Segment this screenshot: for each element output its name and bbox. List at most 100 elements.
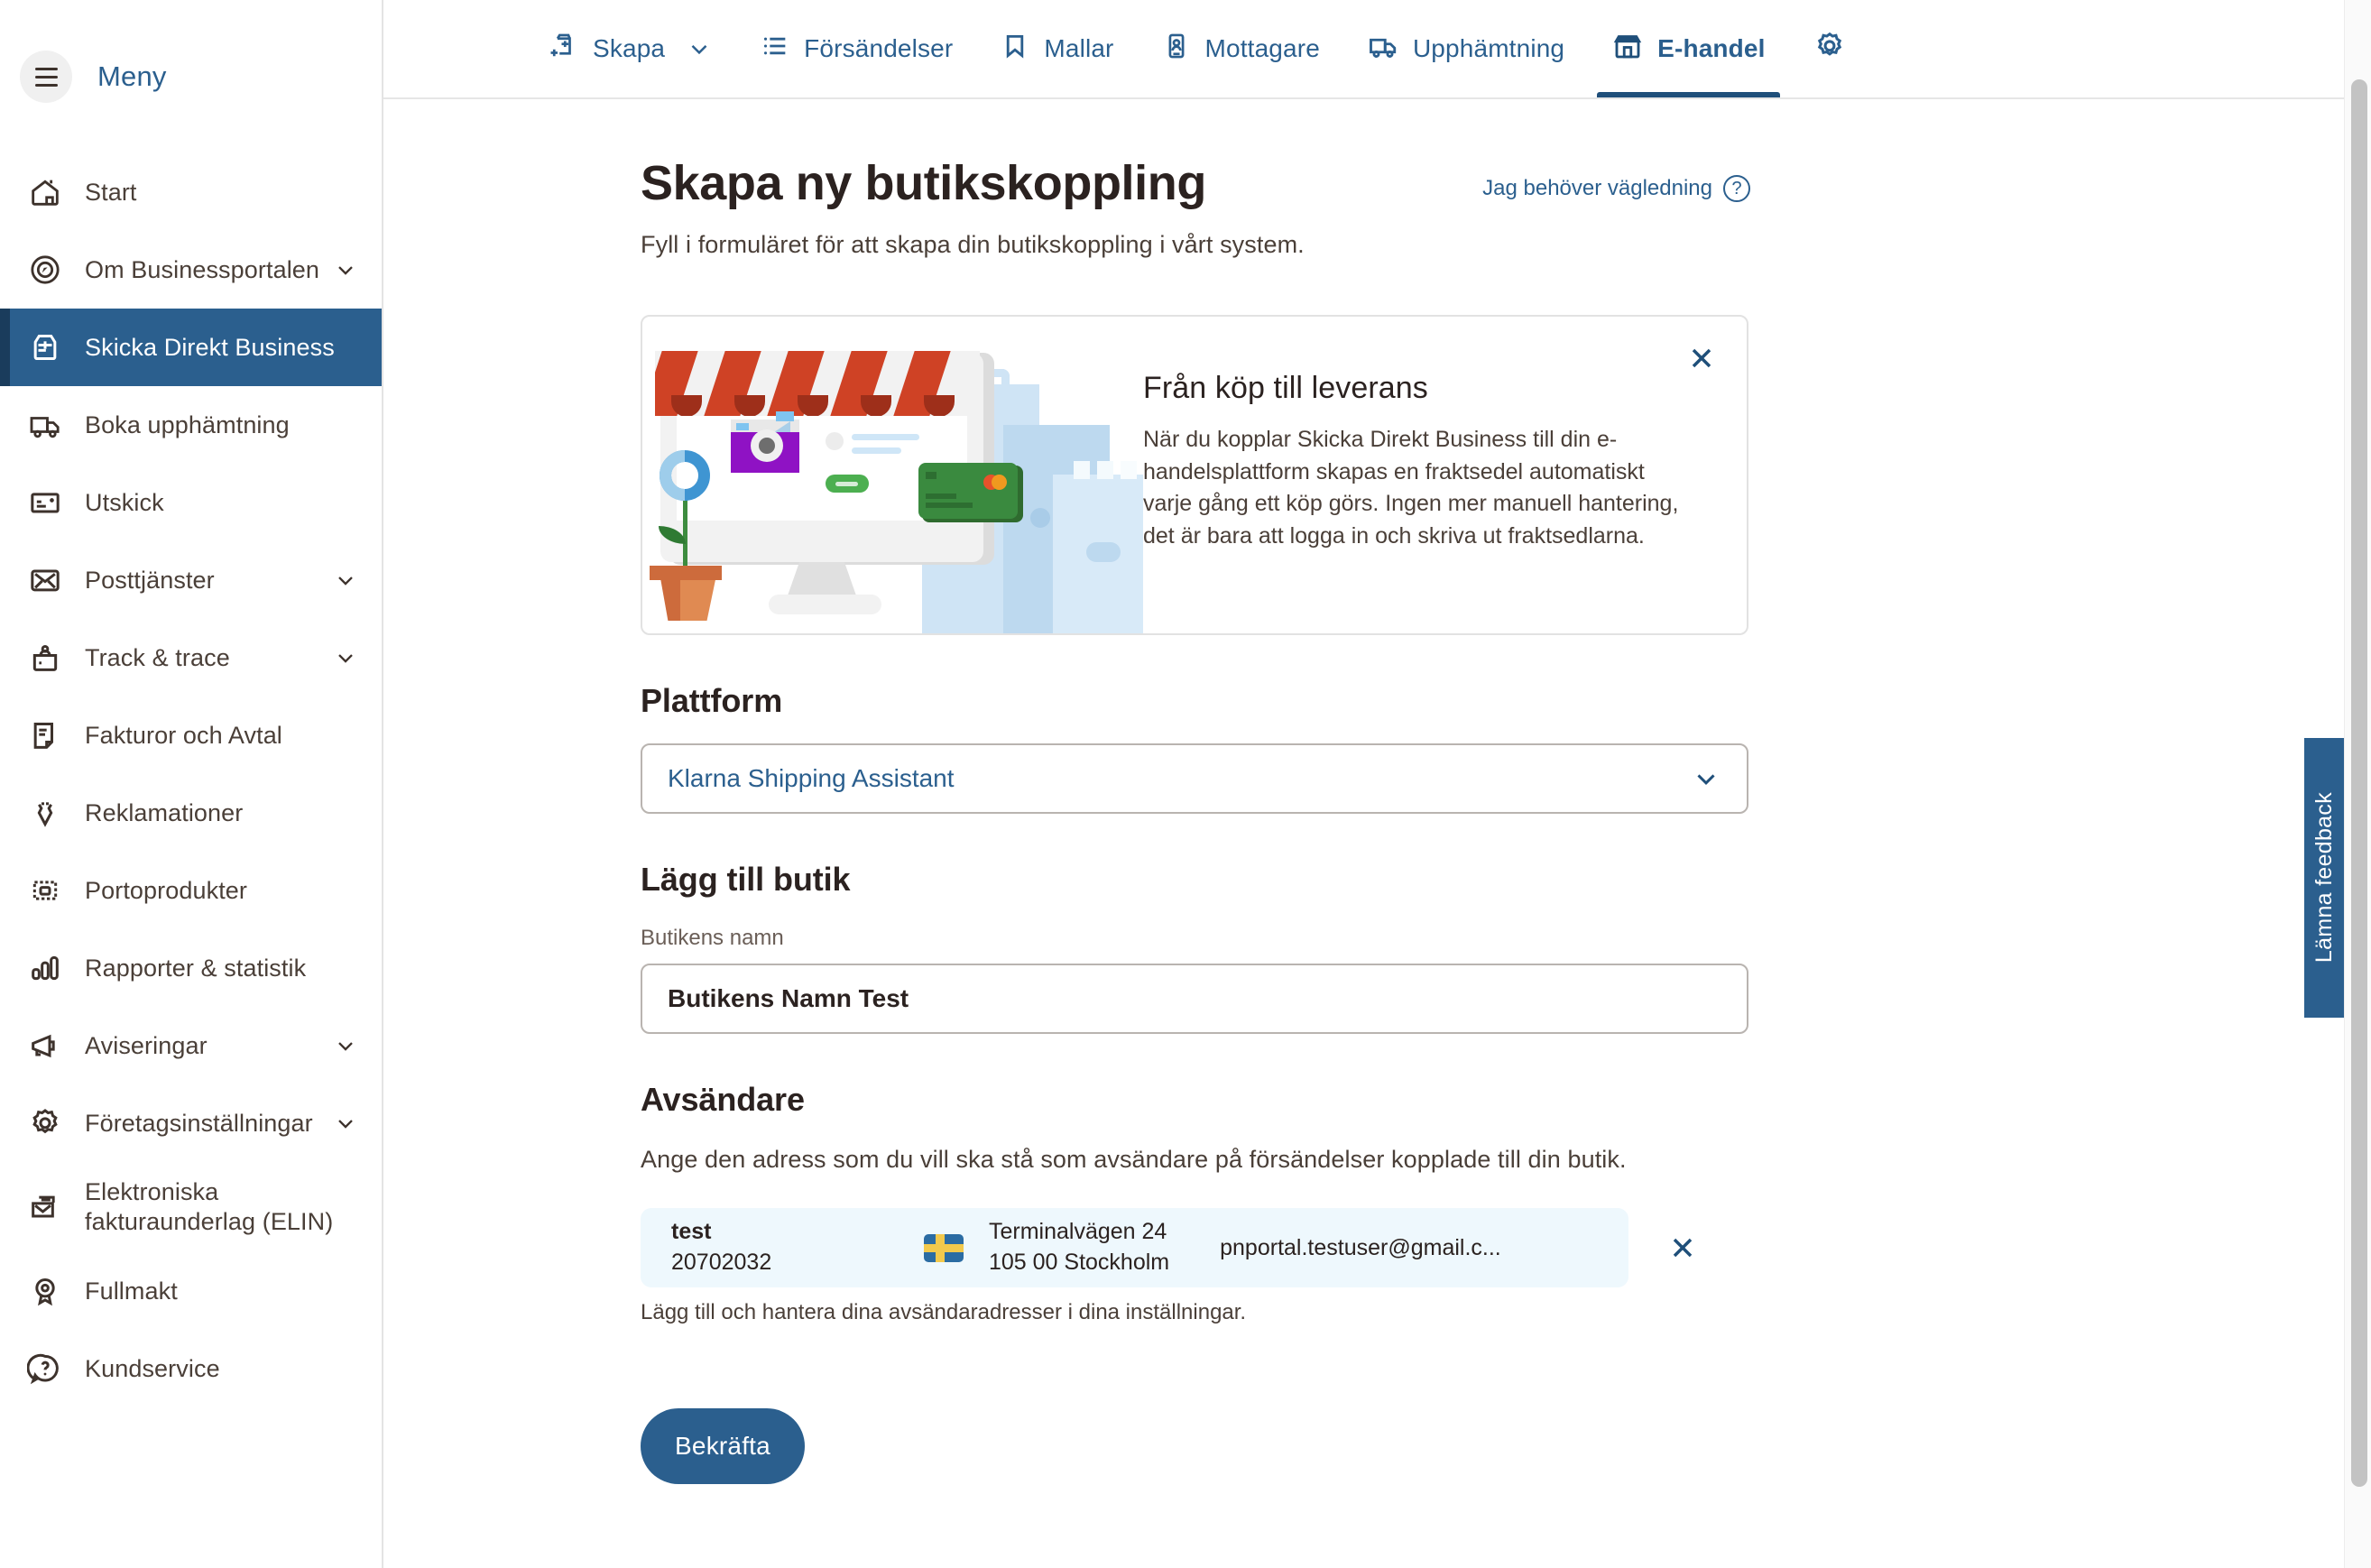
store-name-field[interactable] [641, 964, 1748, 1034]
tab-label: Upphämtning [1412, 34, 1565, 62]
sender-name: test [671, 1219, 712, 1245]
megaphone-icon [27, 1028, 72, 1064]
gear-icon [1813, 29, 1847, 69]
hamburger-icon[interactable] [20, 51, 72, 103]
chevron-down-icon[interactable] [333, 1033, 358, 1058]
remove-sender-icon[interactable] [1663, 1228, 1702, 1268]
sidebar-item-label: Om Businessportalen [85, 255, 320, 283]
chevron-down-icon[interactable] [1691, 763, 1721, 794]
bar-chart-icon [27, 950, 72, 986]
vertical-scrollbar[interactable] [2344, 0, 2371, 1568]
list-icon [760, 31, 790, 68]
tab-forsandelser[interactable]: Försändelser [736, 0, 976, 97]
store-name-input[interactable] [668, 984, 1721, 1013]
sidebar-item-boka-upphamtning[interactable]: Boka upphämtning [0, 386, 382, 464]
tab-mottagare[interactable]: Mottagare [1138, 0, 1343, 97]
compass-icon [27, 252, 72, 288]
confirm-button[interactable]: Bekräfta [641, 1408, 805, 1484]
scrollbar-thumb[interactable] [2351, 79, 2367, 1487]
content-area: Skapa ny butikskoppling Jag behöver vägl… [383, 99, 2371, 1568]
guidance-link[interactable]: Jag behöver vägledning ? [1482, 175, 1750, 202]
feedback-label: Lämna feedback [2311, 792, 2337, 964]
sidebar-item-fullmakt[interactable]: Fullmakt [0, 1252, 382, 1330]
chevron-down-icon[interactable] [686, 35, 713, 62]
sidebar-item-elin[interactable]: Elektroniska fakturaunderlag (ELIN) [0, 1162, 382, 1252]
sweden-flag-icon [924, 1233, 964, 1262]
info-card-heading: Från köp till leverans [1143, 371, 1428, 405]
menu-label: Meny [97, 60, 167, 92]
store-heading: Lägg till butik [641, 861, 851, 898]
sidebar-item-portoprodukter[interactable]: Portoprodukter [0, 852, 382, 929]
home-icon [27, 174, 72, 210]
top-navigation: Skapa Försändelser Mallar Mottagare Upph… [383, 0, 2371, 99]
menu-toggle-row[interactable]: Meny [0, 0, 382, 153]
sender-email: pnportal.testuser@gmail.c... [1220, 1234, 1501, 1260]
sidebar-item-track-and-trace[interactable]: Track & trace [0, 619, 382, 696]
tab-e-handel[interactable]: E-handel [1588, 0, 1788, 97]
sidebar: Meny Start Om Businessportalen Skicka Di… [0, 0, 383, 1568]
sidebar-item-aviseringar[interactable]: Aviseringar [0, 1007, 382, 1084]
page-subtitle: Fyll i formuläret för att skapa din buti… [641, 231, 1305, 258]
sidebar-item-om-businessportalen[interactable]: Om Businessportalen [0, 231, 382, 309]
sidebar-item-fakturor-och-avtal[interactable]: Fakturor och Avtal [0, 696, 382, 774]
main-area: Skapa Försändelser Mallar Mottagare Upph… [383, 0, 2371, 1568]
tab-label: Mottagare [1204, 34, 1320, 62]
tab-label: Försändelser [804, 34, 954, 62]
close-icon[interactable] [1684, 340, 1720, 376]
e-invoice-icon [27, 1189, 72, 1225]
chevron-down-icon[interactable] [333, 645, 358, 670]
tab-label: Skapa [593, 34, 666, 62]
sender-address-chip[interactable]: test 20702032 Terminalvägen 24 105 00 St… [641, 1208, 1693, 1287]
tab-mallar[interactable]: Mallar [976, 0, 1137, 97]
shop-icon [1611, 30, 1644, 69]
sidebar-item-utskick[interactable]: Utskick [0, 464, 382, 541]
sidebar-item-label: Utskick [85, 488, 164, 516]
truck-icon [1367, 30, 1399, 69]
sidebar-item-label: Fullmakt [85, 1277, 178, 1305]
sidebar-item-skicka-direkt-business[interactable]: Skicka Direkt Business [0, 309, 382, 386]
tab-upphamtning[interactable]: Upphämtning [1343, 0, 1588, 97]
sidebar-item-kundservice[interactable]: Kundservice [0, 1330, 382, 1407]
sidebar-item-start[interactable]: Start [0, 153, 382, 231]
bookmark-icon [1000, 31, 1030, 68]
sidebar-item-rapporter-statistik[interactable]: Rapporter & statistik [0, 929, 382, 1007]
sidebar-item-label: Företagsinställningar [85, 1109, 313, 1137]
question-mark-icon: ? [1723, 175, 1750, 202]
online-shop-illustration [642, 317, 1143, 633]
sidebar-item-label: Posttjänster [85, 566, 215, 594]
sidebar-item-label: Skicka Direkt Business [85, 333, 335, 361]
parcel-icon [27, 329, 72, 365]
tab-label: Mallar [1044, 34, 1114, 62]
page-title: Skapa ny butikskoppling [641, 156, 1206, 210]
truck-icon [27, 407, 72, 443]
sidebar-item-reklamationer[interactable]: Reklamationer [0, 774, 382, 852]
sidebar-item-label: Kundservice [85, 1354, 220, 1382]
store-name-label: Butikens namn [641, 926, 784, 950]
sidebar-item-label: Track & trace [85, 643, 230, 671]
platform-heading: Plattform [641, 682, 783, 719]
sidebar-item-label: Boka upphämtning [85, 410, 290, 438]
sender-customer-number: 20702032 [671, 1250, 772, 1275]
info-card: Från köp till leverans När du kopplar Sk… [641, 315, 1748, 635]
stamp-icon [27, 872, 72, 909]
damaged-parcel-icon [27, 795, 72, 831]
feedback-tab[interactable]: Lämna feedback [2304, 738, 2344, 1018]
sidebar-item-posttjanster[interactable]: Posttjänster [0, 541, 382, 619]
tab-label: E-handel [1657, 34, 1766, 62]
guidance-label: Jag behöver vägledning [1482, 176, 1712, 200]
sender-heading: Avsändare [641, 1081, 805, 1118]
settings-button[interactable] [1789, 0, 1870, 97]
chevron-down-icon[interactable] [333, 1111, 358, 1136]
sidebar-item-label: Reklamationer [85, 798, 244, 826]
document-icon [27, 717, 72, 753]
sidebar-item-foretagsinstallningar[interactable]: Företagsinställningar [0, 1084, 382, 1162]
sender-helper-text: Lägg till och hantera dina avsändaradres… [641, 1300, 1247, 1324]
platform-select[interactable]: Klarna Shipping Assistant [641, 743, 1748, 814]
tab-skapa[interactable]: Skapa [523, 0, 736, 97]
chevron-down-icon[interactable] [333, 567, 358, 593]
recipient-icon [1161, 31, 1192, 68]
chevron-down-icon[interactable] [333, 257, 358, 282]
sidebar-item-label: Fakturor och Avtal [85, 721, 282, 749]
badge-icon [27, 1273, 72, 1309]
sidebar-item-label: Aviseringar [85, 1031, 208, 1059]
